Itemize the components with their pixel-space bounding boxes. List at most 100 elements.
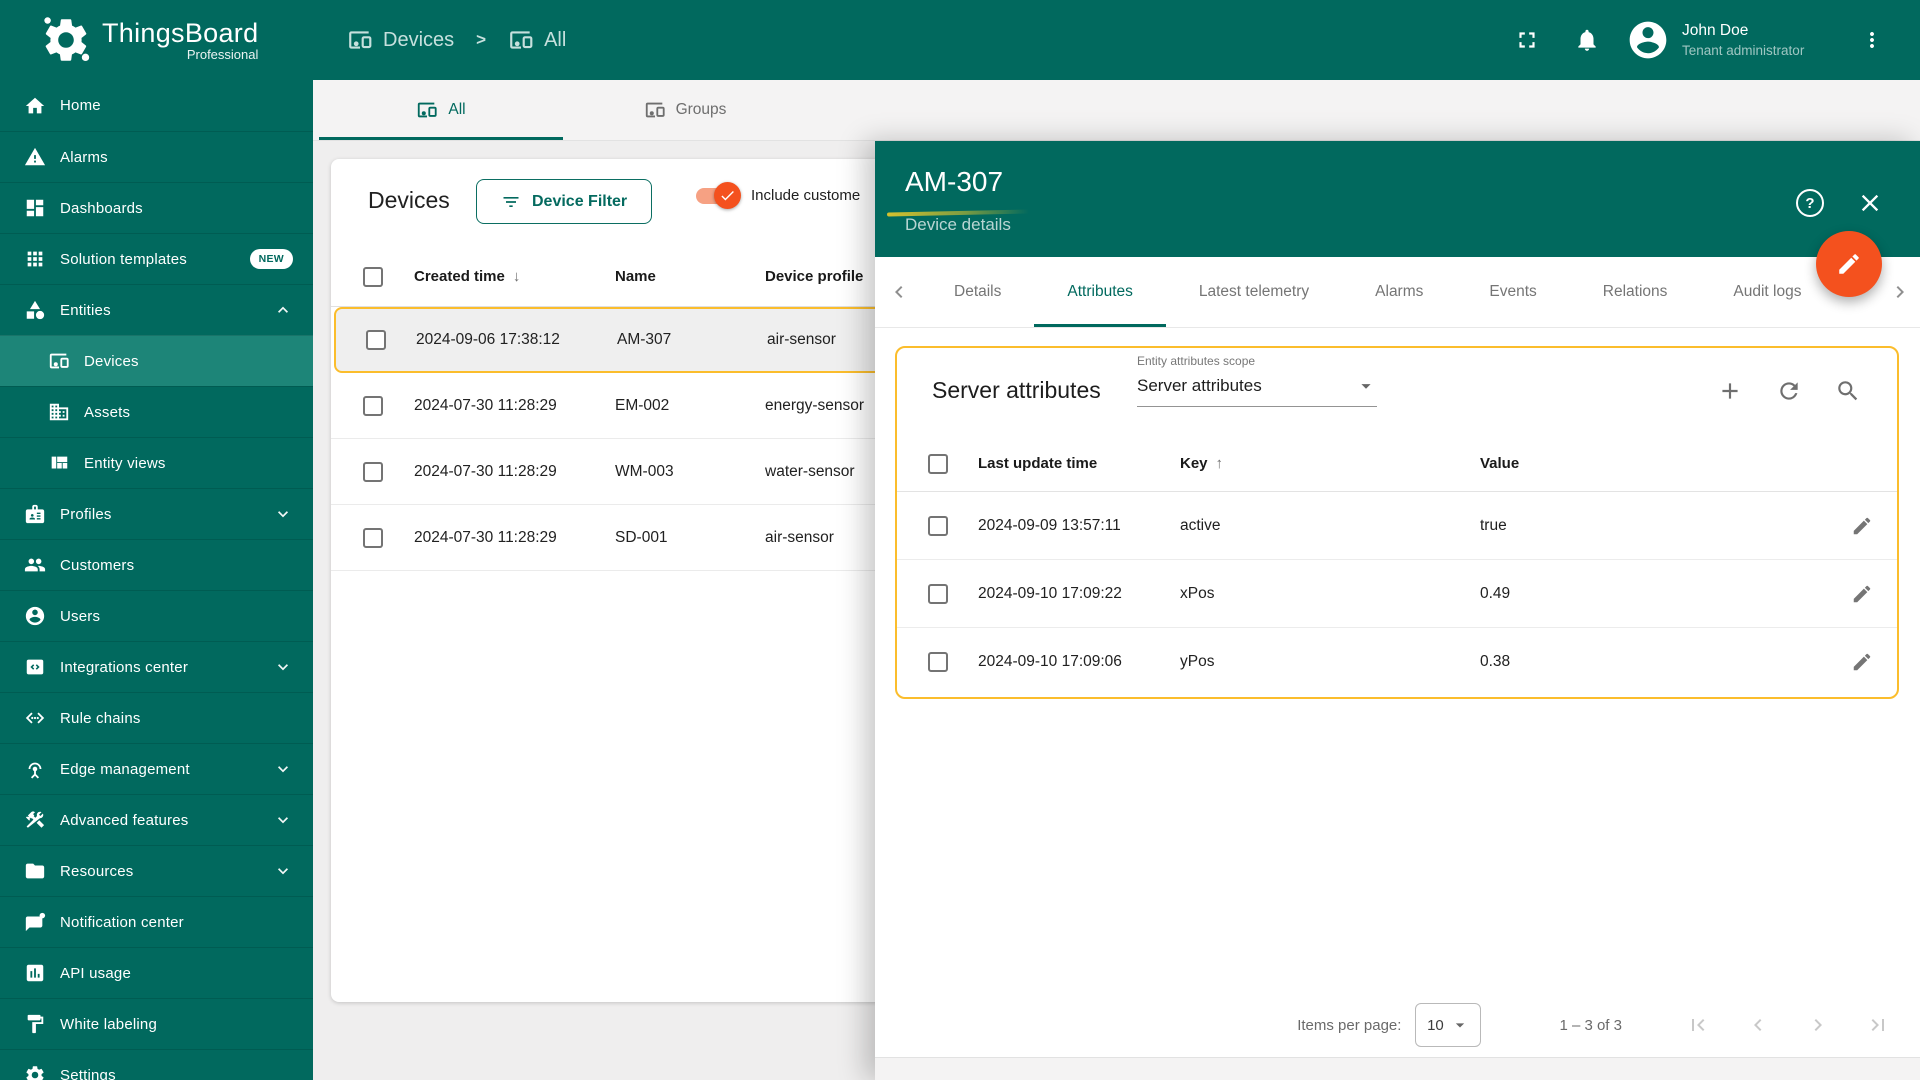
sidebar-item-dashboards[interactable]: Dashboards [0,182,313,233]
tab-groups[interactable]: Groups [563,80,807,140]
previous-page-icon[interactable] [1746,1013,1770,1037]
notifications-bell-icon[interactable] [1574,27,1600,53]
sidebar-item-label: Resources [60,862,134,880]
sidebar-item-settings[interactable]: Settings [0,1049,313,1080]
select-all-checkbox[interactable] [927,453,948,474]
search-icon[interactable] [1835,378,1861,404]
include-customer-toggle[interactable]: Include custome [696,181,861,209]
user-avatar[interactable] [1626,18,1670,62]
api-usage-icon [24,962,46,984]
sidebar-item-integrations-center[interactable]: Integrations center [0,641,313,692]
sidebar-item-label: Rule chains [60,709,141,727]
advanced-features-icon [24,809,46,831]
edit-attribute-icon[interactable] [1851,583,1873,605]
sidebar-item-api-usage[interactable]: API usage [0,947,313,998]
first-page-icon[interactable] [1686,1013,1710,1037]
row-checkbox[interactable] [362,395,383,416]
user-menu[interactable]: John Doe Tenant administrator [1682,22,1850,58]
attribute-row-ypos[interactable]: 2024-09-10 17:09:06 yPos 0.38 [897,628,1897,696]
tab-all[interactable]: All [319,80,563,140]
sidebar-item-notification-center[interactable]: Notification center [0,896,313,947]
add-attribute-icon[interactable] [1717,378,1743,404]
select-all-checkbox[interactable] [362,266,383,287]
row-checkbox[interactable] [362,527,383,548]
sidebar-item-alarms[interactable]: Alarms [0,131,313,182]
sidebar-item-customers[interactable]: Customers [0,539,313,590]
refresh-icon[interactable] [1776,378,1802,404]
entities-icon [24,299,46,321]
devices-icon [48,350,70,372]
sidebar-item-home[interactable]: Home [0,80,313,131]
more-vert-icon[interactable] [1860,28,1884,52]
tab-attributes[interactable]: Attributes [1034,257,1167,327]
sidebar-item-resources[interactable]: Resources [0,845,313,896]
edge-management-icon [24,758,46,780]
row-checkbox[interactable] [927,583,948,604]
entity-tab-strip: All Groups [313,80,1920,141]
items-per-page-select[interactable]: 10 [1415,1003,1482,1047]
sidebar-item-edge-management[interactable]: Edge management [0,743,313,794]
cell-key: active [1180,516,1221,534]
pagination-range: 1 – 3 of 3 [1559,1016,1622,1034]
attribute-row-active[interactable]: 2024-09-09 13:57:11 active true [897,492,1897,560]
tab-relations[interactable]: Relations [1570,257,1701,327]
row-checkbox[interactable] [927,652,948,672]
breadcrumb-all[interactable]: All [508,27,566,53]
chevron-up-icon [273,300,293,320]
help-icon[interactable]: ? [1796,189,1824,217]
device-filter-button[interactable]: Device Filter [476,179,653,224]
sidebar-item-devices[interactable]: Devices [0,335,313,386]
column-header-value[interactable]: Value [1480,455,1827,472]
column-header-last-update-time[interactable]: Last update time [978,455,1180,472]
last-page-icon[interactable] [1866,1013,1890,1037]
tab-scroll-left-icon[interactable] [887,280,911,304]
sidebar-item-label: Devices [84,352,139,370]
sidebar-item-label: Profiles [60,505,112,523]
breadcrumb-devices[interactable]: Devices [347,27,454,53]
attribute-row-xpos[interactable]: 2024-09-10 17:09:22 xPos 0.49 [897,560,1897,628]
tab-alarms[interactable]: Alarms [1342,257,1456,327]
sidebar-item-rule-chains[interactable]: Rule chains [0,692,313,743]
edit-attribute-icon[interactable] [1851,651,1873,673]
tab-label: Groups [675,101,727,118]
logo[interactable]: ThingsBoard Professional [0,0,313,80]
tab-audit-logs[interactable]: Audit logs [1700,257,1834,327]
row-checkbox[interactable] [927,515,948,536]
entity-attributes-scope-select[interactable]: Entity attributes scope Server attribute… [1137,354,1377,407]
sidebar-item-advanced-features[interactable]: Advanced features [0,794,313,845]
devices-icon [508,27,534,53]
toggle-label: Include custome [751,187,861,204]
chevron-down-icon [273,657,293,677]
close-icon[interactable] [1856,189,1884,217]
chevron-down-icon [273,759,293,779]
sidebar-item-solution-templates[interactable]: Solution templates NEW [0,233,313,284]
sidebar-nav: Home Alarms Dashboards Solution template… [0,80,313,1080]
sidebar-item-label: Solution templates [60,250,188,268]
column-header-name[interactable]: Name [615,268,765,285]
sidebar-item-label: Customers [60,556,135,574]
row-checkbox[interactable] [366,330,386,350]
row-checkbox[interactable] [362,461,383,482]
next-page-icon[interactable] [1806,1013,1830,1037]
sidebar-item-entities[interactable]: Entities [0,284,313,335]
edit-device-fab[interactable] [1816,231,1882,297]
tab-events[interactable]: Events [1456,257,1569,327]
column-header-created-time[interactable]: Created time ↓ [414,268,615,285]
sidebar-item-users[interactable]: Users [0,590,313,641]
sidebar-item-assets[interactable]: Assets [0,386,313,437]
fullscreen-icon[interactable] [1514,27,1540,53]
rule-chains-icon [24,707,46,729]
edit-attribute-icon[interactable] [1851,515,1873,537]
tab-scroll-right-icon[interactable] [1888,280,1912,304]
tab-details[interactable]: Details [921,257,1034,327]
sidebar-item-white-labeling[interactable]: White labeling [0,998,313,1049]
toggle-switch[interactable] [696,181,741,209]
device-details-panel: AM-307 Device details ? Details Attribut… [875,141,1920,1080]
sidebar-item-label: Notification center [60,913,184,931]
tab-latest-telemetry[interactable]: Latest telemetry [1166,257,1342,327]
sidebar-item-entity-views[interactable]: Entity views [0,437,313,488]
sidebar-item-profiles[interactable]: Profiles [0,488,313,539]
toggle-knob [714,181,741,209]
column-header-key[interactable]: Key ↑ [1180,455,1480,472]
devices-title: Devices [368,187,450,213]
